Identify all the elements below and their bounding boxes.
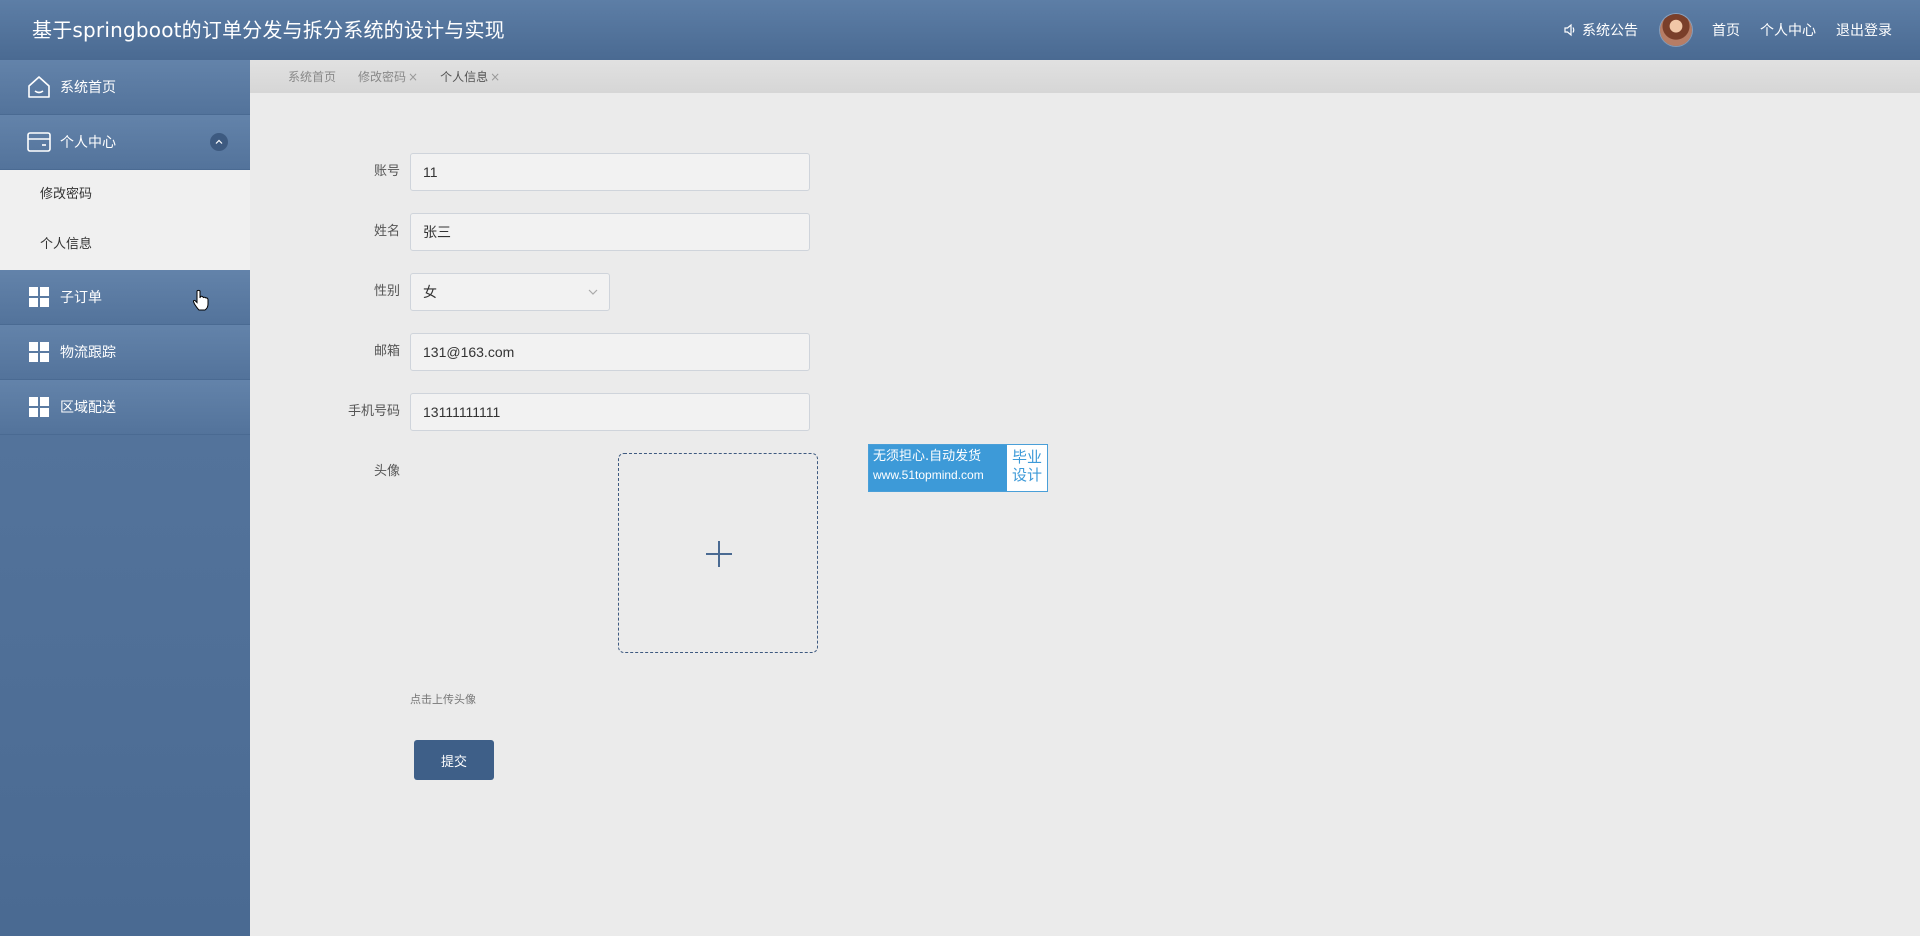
- phone-label: 手机号码: [347, 404, 400, 419]
- chevron-up-icon[interactable]: [210, 133, 228, 151]
- sidebar-item-label: 系统首页: [60, 80, 116, 96]
- tab-label: 个人信息: [440, 70, 489, 84]
- name-input[interactable]: 张三: [410, 213, 810, 251]
- tab-bar: 系统首页 修改密码 × 个人信息 ×: [250, 60, 1920, 93]
- avatar-upload-area[interactable]: [618, 453, 818, 653]
- sidebar-item-label: 物流跟踪: [60, 345, 116, 361]
- close-icon[interactable]: ×: [408, 70, 418, 84]
- promo-line1: 无须担心.自动发货: [873, 449, 982, 464]
- promo-badge-side: 毕业 设计: [1007, 445, 1047, 491]
- tab-change-password[interactable]: 修改密码 ×: [358, 68, 418, 85]
- wallet-icon: [26, 129, 52, 155]
- tab-label: 系统首页: [288, 70, 337, 84]
- sidebar-item-home[interactable]: 系统首页: [0, 60, 250, 115]
- close-icon[interactable]: ×: [490, 70, 500, 84]
- sidebar-item-logistics[interactable]: 物流跟踪: [0, 325, 250, 380]
- grid-icon: [26, 284, 52, 310]
- notice-label: 系统公告: [1582, 23, 1638, 39]
- promo-badge[interactable]: 无须担心.自动发货 www.51topmind.com 毕业 设计: [868, 444, 1048, 492]
- email-input[interactable]: 131@163.com: [410, 333, 810, 371]
- grid-icon: [26, 394, 52, 420]
- sidebar-item-sub-orders[interactable]: 子订单: [0, 270, 250, 325]
- gender-label: 性别: [373, 284, 400, 299]
- tab-home[interactable]: 系统首页: [288, 68, 336, 85]
- phone-input[interactable]: 13111111111: [410, 393, 810, 431]
- gender-value: 女: [423, 284, 437, 300]
- sidebar-item-label: 区域配送: [60, 400, 116, 416]
- header-actions: 系统公告 首页 个人中心 退出登录: [1563, 0, 1892, 60]
- app-title: 基于springboot的订单分发与拆分系统的设计与实现: [32, 18, 505, 42]
- chevron-down-icon: [587, 274, 599, 323]
- promo-line2: www.51topmind.com: [873, 468, 984, 482]
- promo-side2: 设计: [1012, 466, 1043, 484]
- sidebar-item-regional-delivery[interactable]: 区域配送: [0, 380, 250, 435]
- speaker-icon: [1564, 23, 1575, 37]
- profile-link[interactable]: 个人中心: [1760, 20, 1816, 40]
- account-input[interactable]: 11: [410, 153, 810, 191]
- sidebar-subitem-change-password[interactable]: 修改密码: [0, 170, 250, 220]
- email-label: 邮箱: [373, 344, 400, 359]
- submit-button[interactable]: 提交: [414, 740, 494, 780]
- sidebar-subitem-personal-info[interactable]: 个人信息: [0, 220, 250, 270]
- promo-badge-text: 无须担心.自动发货 www.51topmind.com: [869, 445, 1007, 491]
- grid-icon: [26, 339, 52, 365]
- sidebar-item-label: 个人中心: [60, 135, 116, 151]
- sidebar-item-label: 子订单: [60, 290, 102, 306]
- promo-side1: 毕业: [1012, 448, 1043, 466]
- tab-personal-info[interactable]: 个人信息 ×: [440, 68, 500, 85]
- notice-link[interactable]: 系统公告: [1563, 20, 1638, 40]
- gender-select[interactable]: 女: [410, 273, 610, 311]
- home-link[interactable]: 首页: [1712, 20, 1740, 40]
- top-header: 基于springboot的订单分发与拆分系统的设计与实现 系统公告 首页 个人中…: [0, 0, 1920, 60]
- main-content: 系统首页 修改密码 × 个人信息 × 账号 11 姓名 张三 性别 女 邮箱 131…: [250, 60, 1920, 936]
- sidebar: 系统首页 个人中心 修改密码 个人信息 子订单 物流跟踪 区域配送: [0, 60, 250, 936]
- avatar-upload-hint: 点击上传头像: [410, 693, 476, 706]
- name-label: 姓名: [373, 224, 400, 239]
- account-label: 账号: [373, 164, 400, 179]
- logout-link[interactable]: 退出登录: [1836, 20, 1892, 40]
- personal-center-submenu: 修改密码 个人信息: [0, 170, 250, 270]
- hand-cursor-icon: [192, 289, 209, 311]
- sidebar-item-personal-center[interactable]: 个人中心: [0, 115, 250, 170]
- avatar-label: 头像: [373, 464, 400, 479]
- tab-label: 修改密码: [358, 70, 407, 84]
- user-avatar[interactable]: [1660, 14, 1692, 46]
- home-icon: [26, 74, 52, 100]
